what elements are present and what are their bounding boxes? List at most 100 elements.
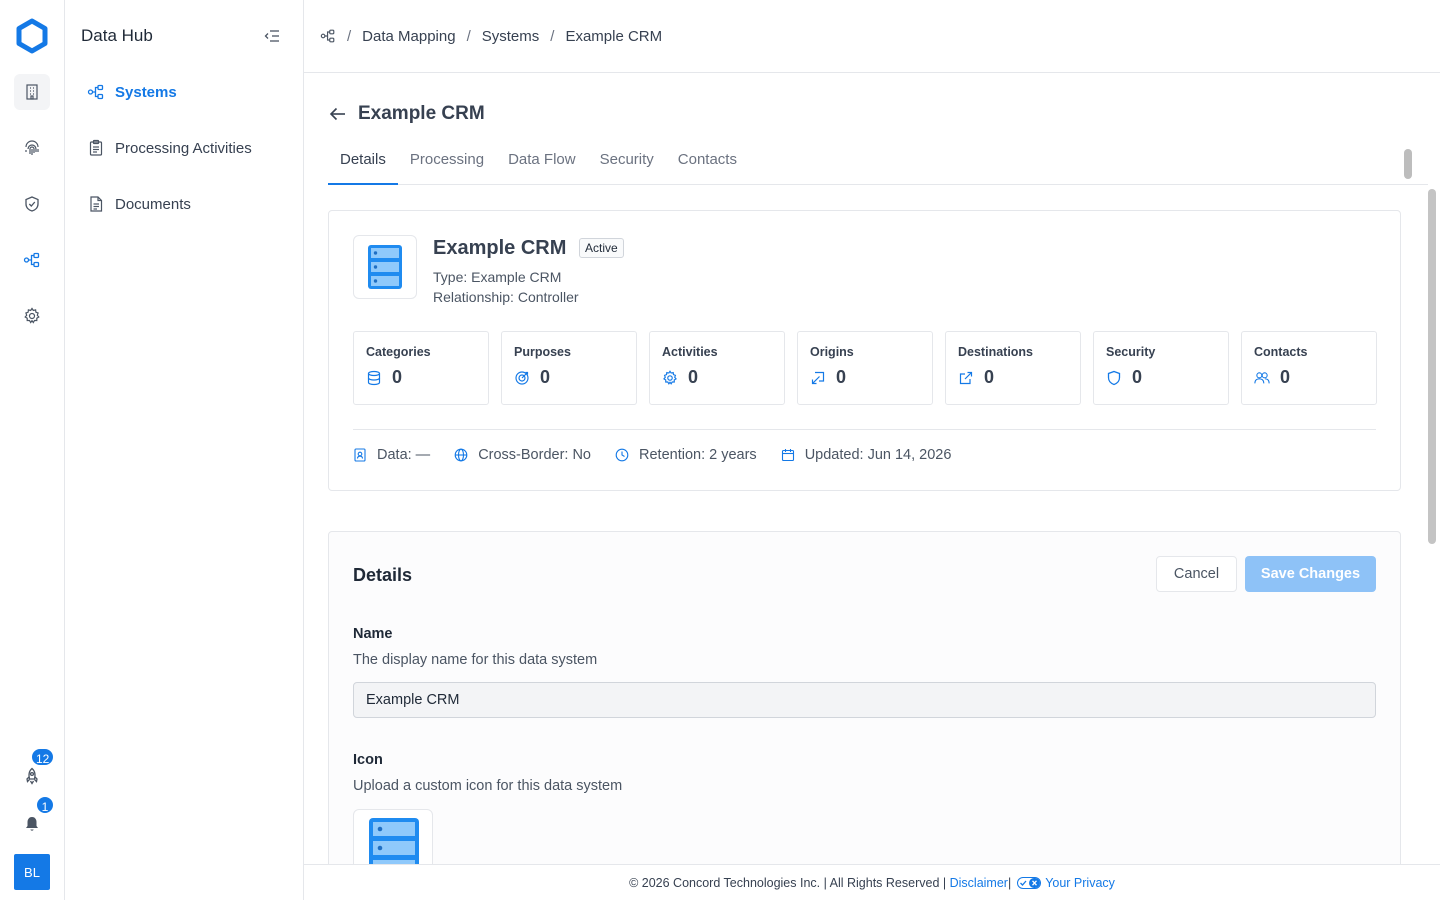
shield-check-icon [25,196,39,212]
clipboard-icon [89,139,103,156]
disclaimer-link[interactable]: Disclaimer [950,876,1008,890]
calendar-icon [781,449,794,462]
content-scrollbar[interactable] [1428,189,1436,544]
sidebar-item-label: Systems [115,83,177,101]
facts-row: Data: — Cross-Border: No Retention: 2 ye… [353,447,951,463]
tabs-scrollbar[interactable] [1404,149,1412,179]
users-icon [1254,371,1270,383]
icon-rail: 12 1 BL [0,0,65,900]
fact-data-text: Data: — [377,447,431,463]
page-title: Example CRM [358,103,485,124]
breadcrumb-systems[interactable]: Systems [482,28,540,45]
gear-icon [663,369,677,385]
tab-processing[interactable]: Processing [398,137,496,185]
breadcrumb-current: Example CRM [565,27,663,45]
rail-building-button[interactable] [14,74,50,110]
fact-cross-border-text: Cross-Border: No [478,447,591,463]
stat-label: Contacts [1254,345,1308,359]
cancel-button[interactable]: Cancel [1156,556,1237,592]
server-icon [369,818,419,864]
privacy-link[interactable]: Your Privacy [1045,876,1115,890]
systems-icon [87,84,104,100]
name-input[interactable]: Example CRM [353,682,1376,718]
fact-data: Data: — [353,447,430,463]
rail-settings-button[interactable] [14,298,50,334]
breadcrumb-data-mapping[interactable]: Data Mapping [362,28,455,45]
notification-count-badge: 1 [35,795,55,815]
system-name: Example CRM [433,237,567,259]
globe-icon [454,448,468,462]
stat-origins[interactable]: Origins 0 [797,331,933,405]
rail-fingerprint-button[interactable] [14,130,50,166]
document-icon [90,196,103,212]
tab-details[interactable]: Details [328,137,398,185]
sidebar-item-systems[interactable]: Systems [87,83,177,101]
stat-value: 0 [1280,367,1291,387]
stat-activities[interactable]: Activities 0 [649,331,785,405]
back-arrow-icon[interactable] [328,104,348,124]
stat-contacts[interactable]: Contacts 0 [1241,331,1377,405]
rail-data-map-button[interactable] [14,242,50,278]
page-header: Example CRM [328,103,485,125]
tab-security[interactable]: Security [588,137,666,185]
fact-cross-border: Cross-Border: No [454,447,591,463]
section-title: Details [353,565,413,585]
stat-label: Security [1106,345,1156,359]
stat-categories[interactable]: Categories 0 [353,331,489,405]
breadcrumb-separator: / [550,27,555,45]
save-changes-button[interactable]: Save Changes [1245,556,1376,592]
stat-label: Activities [662,345,718,359]
sidebar-item-documents[interactable]: Documents [87,195,191,213]
breadcrumb-separator: / [466,27,471,45]
fact-updated: Updated: Jun 14, 2026 [781,447,952,463]
stat-security[interactable]: Security 0 [1093,331,1229,405]
system-icon [353,235,417,299]
fingerprint-icon [25,140,39,155]
gear-icon [24,307,40,324]
stat-destinations[interactable]: Destinations 0 [945,331,1081,405]
app-logo-icon[interactable] [14,18,50,54]
footer-separator: | [1007,875,1012,890]
stat-value: 0 [688,367,699,387]
details-form-card: Details Cancel Save Changes Name The dis… [328,531,1401,864]
tab-contacts[interactable]: Contacts [666,137,749,185]
database-icon [367,370,381,385]
sidebar-item-processing-activities[interactable]: Processing Activities [87,139,252,157]
external-link-icon [959,371,973,384]
breadcrumb-separator: / [347,27,352,45]
stat-value: 0 [836,367,847,387]
collapse-sidebar-icon[interactable] [263,27,281,45]
breadcrumb: / Data Mapping / Systems / Example CRM [304,0,1440,73]
stats-row: Categories 0 Purposes 0 Activities 0 Ori… [353,331,1377,405]
launch-count-badge: 12 [30,747,56,767]
icon-field-help: Upload a custom icon for this data syste… [353,778,623,794]
divider [353,429,1376,430]
server-icon [368,245,402,289]
system-relationship: Relationship: Controller [433,289,579,305]
main-content: Example CRM Details Processing Data Flow… [304,73,1440,864]
stat-label: Destinations [958,345,1034,359]
sidebar-item-label: Documents [115,195,191,213]
building-icon [26,84,38,100]
icon-upload[interactable] [353,809,433,864]
clock-icon [615,448,629,462]
footer: © 2026 Concord Technologies Inc. | All R… [304,864,1440,900]
stat-purposes[interactable]: Purposes 0 [501,331,637,405]
stat-value: 0 [392,367,403,387]
origin-icon [811,371,825,384]
tab-data-flow[interactable]: Data Flow [496,137,588,185]
status-badge: Active [579,238,624,258]
system-type: Type: Example CRM [433,269,562,285]
fact-updated-text: Updated: Jun 14, 2026 [804,447,952,463]
stat-value: 0 [540,367,551,387]
stat-label: Categories [366,345,431,359]
bell-icon [26,817,38,831]
stat-value: 0 [984,367,995,387]
privacy-toggle-icon [1017,876,1042,889]
rocket-icon [26,767,38,785]
user-avatar[interactable]: BL [14,854,50,890]
data-map-icon[interactable] [320,28,336,44]
sidenav-title: Data Hub [81,26,153,45]
rail-shield-button[interactable] [14,186,50,222]
tab-bar: Details Processing Data Flow Security Co… [328,137,1428,185]
